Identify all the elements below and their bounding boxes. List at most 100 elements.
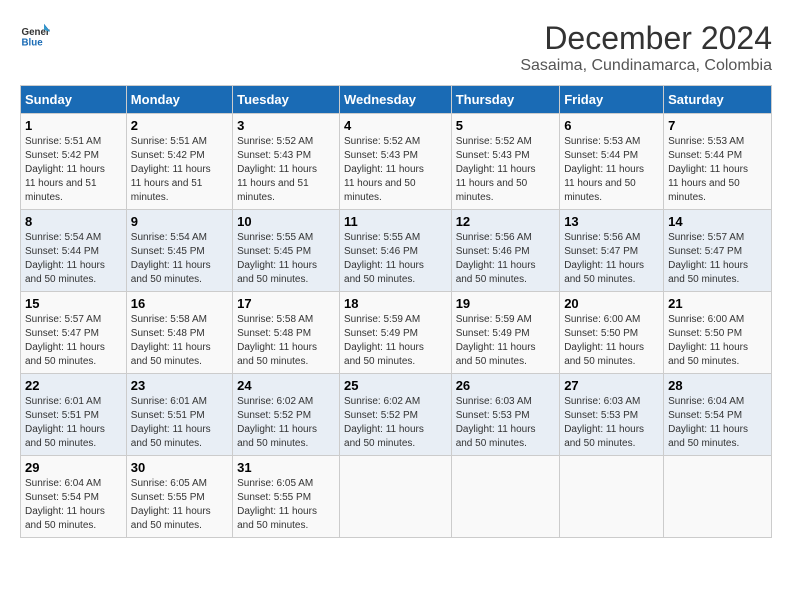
day-number: 20 [564, 296, 659, 311]
calendar-cell: 26 Sunrise: 6:03 AMSunset: 5:53 PMDaylig… [451, 374, 560, 456]
col-header-sunday: Sunday [21, 86, 127, 114]
day-info: Sunrise: 5:53 AMSunset: 5:44 PMDaylight:… [564, 136, 644, 203]
calendar-cell: 13 Sunrise: 5:56 AMSunset: 5:47 PMDaylig… [560, 210, 664, 292]
day-info: Sunrise: 6:05 AMSunset: 5:55 PMDaylight:… [131, 478, 211, 531]
calendar-cell: 17 Sunrise: 5:58 AMSunset: 5:48 PMDaylig… [233, 292, 340, 374]
calendar-cell: 30 Sunrise: 6:05 AMSunset: 5:55 PMDaylig… [126, 456, 232, 538]
calendar-cell: 27 Sunrise: 6:03 AMSunset: 5:53 PMDaylig… [560, 374, 664, 456]
day-info: Sunrise: 6:00 AMSunset: 5:50 PMDaylight:… [564, 314, 644, 367]
calendar-cell: 25 Sunrise: 6:02 AMSunset: 5:52 PMDaylig… [340, 374, 452, 456]
day-number: 12 [456, 214, 556, 229]
day-info: Sunrise: 5:56 AMSunset: 5:47 PMDaylight:… [564, 232, 644, 285]
col-header-saturday: Saturday [664, 86, 772, 114]
week-row-3: 15 Sunrise: 5:57 AMSunset: 5:47 PMDaylig… [21, 292, 772, 374]
col-header-friday: Friday [560, 86, 664, 114]
day-number: 29 [25, 460, 122, 475]
calendar-cell: 5 Sunrise: 5:52 AMSunset: 5:43 PMDayligh… [451, 114, 560, 210]
calendar-table: SundayMondayTuesdayWednesdayThursdayFrid… [20, 85, 772, 538]
calendar-cell: 3 Sunrise: 5:52 AMSunset: 5:43 PMDayligh… [233, 114, 340, 210]
calendar-cell: 23 Sunrise: 6:01 AMSunset: 5:51 PMDaylig… [126, 374, 232, 456]
header-row: SundayMondayTuesdayWednesdayThursdayFrid… [21, 86, 772, 114]
calendar-cell: 14 Sunrise: 5:57 AMSunset: 5:47 PMDaylig… [664, 210, 772, 292]
calendar-cell: 11 Sunrise: 5:55 AMSunset: 5:46 PMDaylig… [340, 210, 452, 292]
day-info: Sunrise: 5:59 AMSunset: 5:49 PMDaylight:… [456, 314, 536, 367]
calendar-cell: 19 Sunrise: 5:59 AMSunset: 5:49 PMDaylig… [451, 292, 560, 374]
day-number: 25 [344, 378, 447, 393]
day-number: 14 [668, 214, 767, 229]
calendar-cell: 15 Sunrise: 5:57 AMSunset: 5:47 PMDaylig… [21, 292, 127, 374]
page-title: December 2024 [520, 20, 772, 57]
col-header-wednesday: Wednesday [340, 86, 452, 114]
day-number: 3 [237, 118, 335, 133]
calendar-cell: 16 Sunrise: 5:58 AMSunset: 5:48 PMDaylig… [126, 292, 232, 374]
calendar-cell [560, 456, 664, 538]
day-info: Sunrise: 6:02 AMSunset: 5:52 PMDaylight:… [237, 396, 317, 449]
day-info: Sunrise: 5:56 AMSunset: 5:46 PMDaylight:… [456, 232, 536, 285]
calendar-cell: 10 Sunrise: 5:55 AMSunset: 5:45 PMDaylig… [233, 210, 340, 292]
day-number: 19 [456, 296, 556, 311]
day-number: 5 [456, 118, 556, 133]
calendar-cell: 28 Sunrise: 6:04 AMSunset: 5:54 PMDaylig… [664, 374, 772, 456]
day-info: Sunrise: 5:51 AMSunset: 5:42 PMDaylight:… [131, 136, 211, 203]
logo: General Blue [20, 20, 50, 50]
calendar-cell: 8 Sunrise: 5:54 AMSunset: 5:44 PMDayligh… [21, 210, 127, 292]
calendar-cell: 24 Sunrise: 6:02 AMSunset: 5:52 PMDaylig… [233, 374, 340, 456]
week-row-5: 29 Sunrise: 6:04 AMSunset: 5:54 PMDaylig… [21, 456, 772, 538]
day-number: 10 [237, 214, 335, 229]
day-number: 4 [344, 118, 447, 133]
day-number: 7 [668, 118, 767, 133]
day-number: 26 [456, 378, 556, 393]
logo-icon: General Blue [20, 20, 50, 50]
calendar-cell: 29 Sunrise: 6:04 AMSunset: 5:54 PMDaylig… [21, 456, 127, 538]
day-number: 11 [344, 214, 447, 229]
day-number: 6 [564, 118, 659, 133]
day-info: Sunrise: 5:52 AMSunset: 5:43 PMDaylight:… [344, 136, 424, 203]
day-info: Sunrise: 6:03 AMSunset: 5:53 PMDaylight:… [456, 396, 536, 449]
day-number: 15 [25, 296, 122, 311]
calendar-cell: 12 Sunrise: 5:56 AMSunset: 5:46 PMDaylig… [451, 210, 560, 292]
day-number: 8 [25, 214, 122, 229]
day-info: Sunrise: 6:03 AMSunset: 5:53 PMDaylight:… [564, 396, 644, 449]
day-number: 13 [564, 214, 659, 229]
calendar-cell: 18 Sunrise: 5:59 AMSunset: 5:49 PMDaylig… [340, 292, 452, 374]
calendar-cell [664, 456, 772, 538]
day-info: Sunrise: 6:04 AMSunset: 5:54 PMDaylight:… [668, 396, 748, 449]
calendar-cell: 6 Sunrise: 5:53 AMSunset: 5:44 PMDayligh… [560, 114, 664, 210]
day-info: Sunrise: 6:01 AMSunset: 5:51 PMDaylight:… [131, 396, 211, 449]
week-row-1: 1 Sunrise: 5:51 AMSunset: 5:42 PMDayligh… [21, 114, 772, 210]
day-info: Sunrise: 6:01 AMSunset: 5:51 PMDaylight:… [25, 396, 105, 449]
day-info: Sunrise: 6:00 AMSunset: 5:50 PMDaylight:… [668, 314, 748, 367]
day-number: 18 [344, 296, 447, 311]
day-info: Sunrise: 5:54 AMSunset: 5:45 PMDaylight:… [131, 232, 211, 285]
week-row-4: 22 Sunrise: 6:01 AMSunset: 5:51 PMDaylig… [21, 374, 772, 456]
day-info: Sunrise: 5:54 AMSunset: 5:44 PMDaylight:… [25, 232, 105, 285]
calendar-cell [340, 456, 452, 538]
day-number: 21 [668, 296, 767, 311]
calendar-cell: 1 Sunrise: 5:51 AMSunset: 5:42 PMDayligh… [21, 114, 127, 210]
day-number: 17 [237, 296, 335, 311]
day-number: 30 [131, 460, 228, 475]
day-number: 31 [237, 460, 335, 475]
day-info: Sunrise: 5:55 AMSunset: 5:46 PMDaylight:… [344, 232, 424, 285]
week-row-2: 8 Sunrise: 5:54 AMSunset: 5:44 PMDayligh… [21, 210, 772, 292]
calendar-cell: 9 Sunrise: 5:54 AMSunset: 5:45 PMDayligh… [126, 210, 232, 292]
day-number: 28 [668, 378, 767, 393]
calendar-cell: 7 Sunrise: 5:53 AMSunset: 5:44 PMDayligh… [664, 114, 772, 210]
day-info: Sunrise: 5:52 AMSunset: 5:43 PMDaylight:… [456, 136, 536, 203]
day-info: Sunrise: 5:59 AMSunset: 5:49 PMDaylight:… [344, 314, 424, 367]
day-number: 27 [564, 378, 659, 393]
calendar-cell: 22 Sunrise: 6:01 AMSunset: 5:51 PMDaylig… [21, 374, 127, 456]
day-info: Sunrise: 6:05 AMSunset: 5:55 PMDaylight:… [237, 478, 317, 531]
col-header-thursday: Thursday [451, 86, 560, 114]
svg-text:Blue: Blue [22, 38, 44, 49]
day-number: 1 [25, 118, 122, 133]
calendar-cell [451, 456, 560, 538]
calendar-cell: 31 Sunrise: 6:05 AMSunset: 5:55 PMDaylig… [233, 456, 340, 538]
calendar-cell: 4 Sunrise: 5:52 AMSunset: 5:43 PMDayligh… [340, 114, 452, 210]
day-info: Sunrise: 5:55 AMSunset: 5:45 PMDaylight:… [237, 232, 317, 285]
day-info: Sunrise: 5:53 AMSunset: 5:44 PMDaylight:… [668, 136, 748, 203]
day-info: Sunrise: 5:52 AMSunset: 5:43 PMDaylight:… [237, 136, 317, 203]
col-header-tuesday: Tuesday [233, 86, 340, 114]
day-info: Sunrise: 6:04 AMSunset: 5:54 PMDaylight:… [25, 478, 105, 531]
calendar-cell: 20 Sunrise: 6:00 AMSunset: 5:50 PMDaylig… [560, 292, 664, 374]
